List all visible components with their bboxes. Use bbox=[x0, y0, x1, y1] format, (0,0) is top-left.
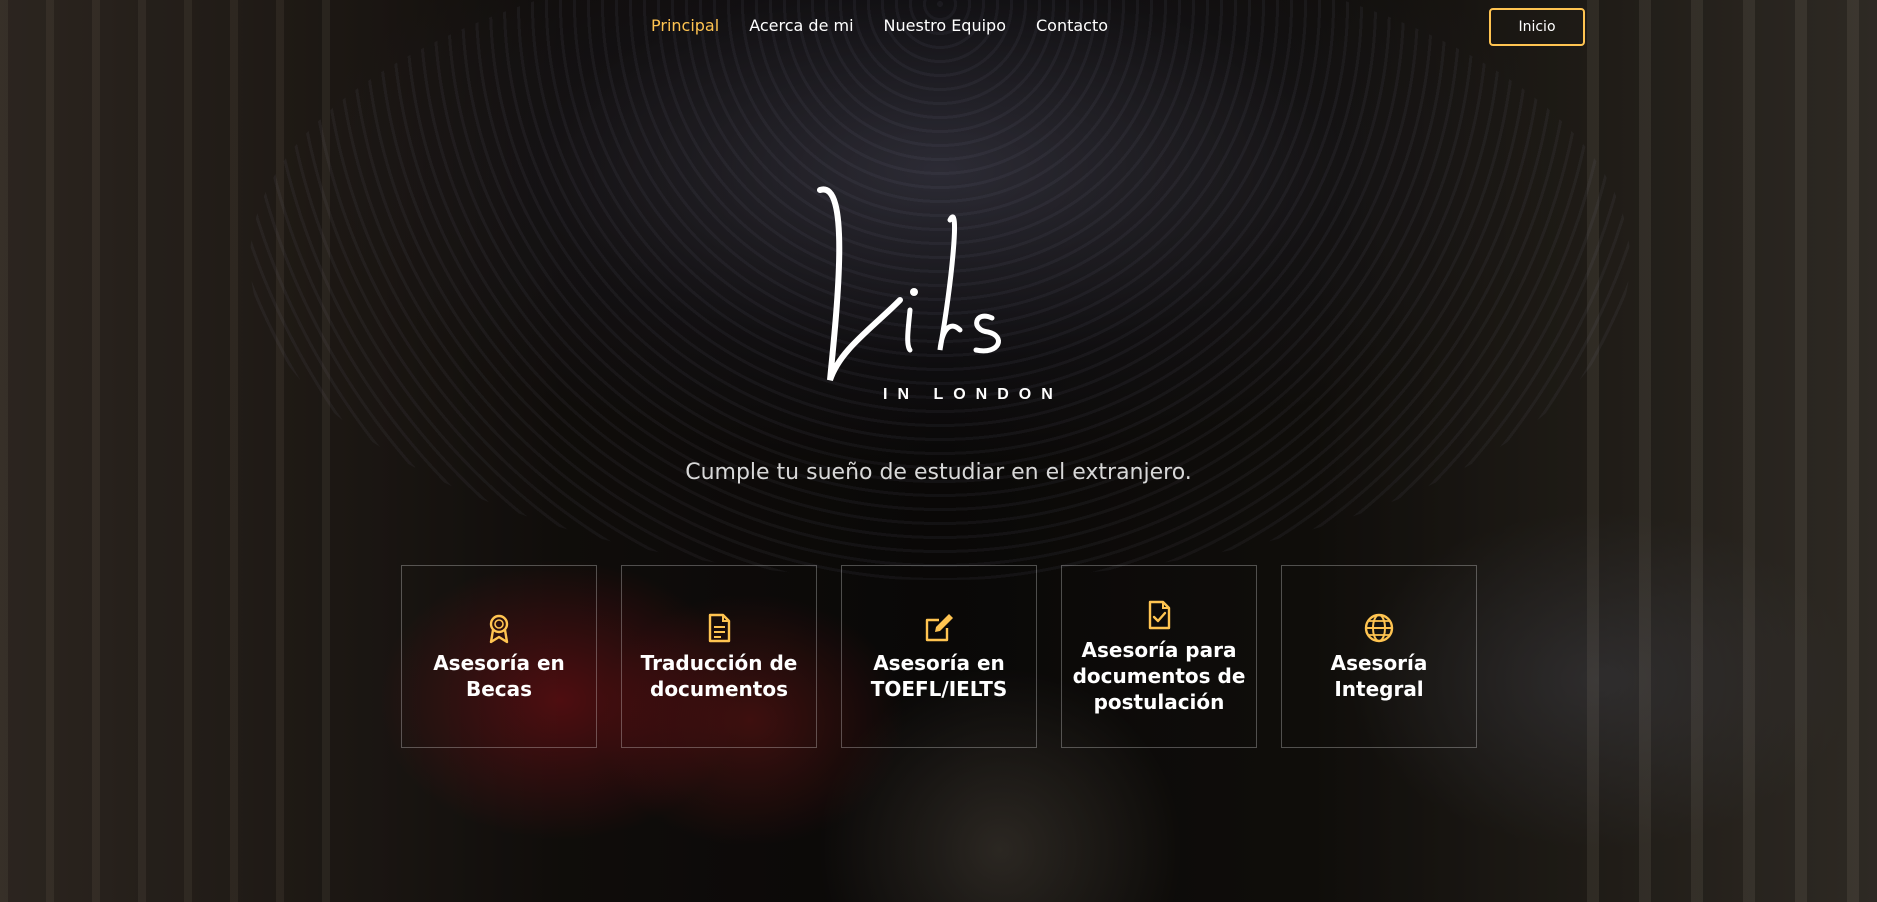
globe-icon bbox=[1364, 613, 1394, 642]
top-navigation: Principal Acerca de mi Nuestro Equipo Co… bbox=[0, 8, 1877, 46]
service-card-postulacion[interactable]: Asesoría para documentos de postulación bbox=[1061, 565, 1257, 748]
brand-logo: IN LONDON bbox=[810, 180, 1080, 430]
nav-link-acerca[interactable]: Acerca de mi bbox=[749, 16, 853, 35]
service-card-toefl[interactable]: Asesoría en TOEFL/IELTS bbox=[841, 565, 1037, 748]
nav-link-equipo[interactable]: Nuestro Equipo bbox=[884, 16, 1006, 35]
service-title: Asesoría en Becas bbox=[433, 650, 565, 701]
hero-section: Principal Acerca de mi Nuestro Equipo Co… bbox=[0, 0, 1877, 902]
service-title: Asesoría en TOEFL/IELTS bbox=[870, 650, 1008, 701]
services-list: Asesoría en Becas Traducción de document… bbox=[401, 565, 1477, 748]
service-card-becas[interactable]: Asesoría en Becas bbox=[401, 565, 597, 748]
service-title: Asesoría Integral bbox=[1330, 650, 1428, 701]
logo-subtitle: IN LONDON bbox=[883, 386, 1063, 403]
nav-link-principal[interactable]: Principal bbox=[651, 16, 719, 35]
edit-icon bbox=[925, 613, 953, 641]
service-card-traduccion[interactable]: Traducción de documentos bbox=[621, 565, 817, 748]
nav-link-contacto[interactable]: Contacto bbox=[1036, 16, 1108, 35]
hero-tagline: Cumple tu sueño de estudiar en el extran… bbox=[685, 460, 1192, 485]
document-icon bbox=[708, 613, 731, 642]
service-card-integral[interactable]: Asesoría Integral bbox=[1281, 565, 1477, 748]
service-title: Traducción de documentos bbox=[640, 650, 798, 701]
background-overlay bbox=[0, 0, 1877, 902]
inicio-button[interactable]: Inicio bbox=[1489, 8, 1585, 46]
award-icon bbox=[489, 614, 509, 643]
file-check-icon bbox=[1148, 600, 1171, 629]
service-title: Asesoría para documentos de postulación bbox=[1072, 637, 1246, 714]
nav-links: Principal Acerca de mi Nuestro Equipo Co… bbox=[651, 16, 1108, 35]
logo-script-mark bbox=[817, 186, 1001, 382]
